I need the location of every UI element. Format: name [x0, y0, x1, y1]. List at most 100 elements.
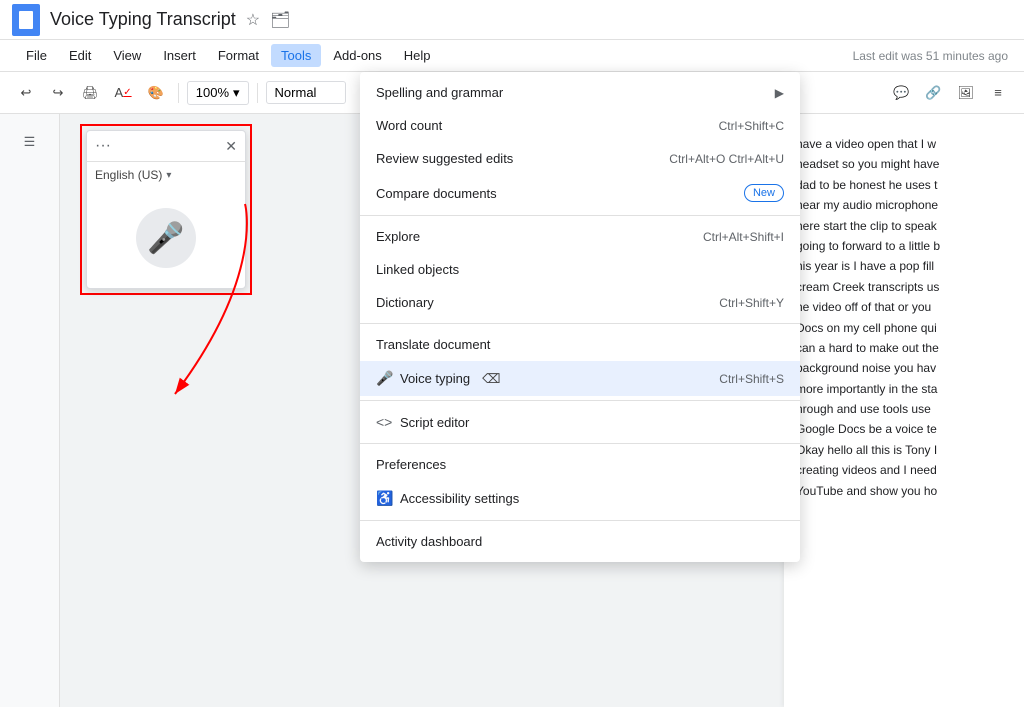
explore-label: Explore: [376, 229, 420, 244]
menu-tools[interactable]: Tools: [271, 44, 321, 67]
linked-objects-left: Linked objects: [376, 262, 459, 277]
document-title: Voice Typing Transcript: [50, 9, 236, 30]
word-count-left: Word count: [376, 118, 442, 133]
dictionary-shortcut: Ctrl+Shift+Y: [719, 296, 784, 310]
menu-compare-docs[interactable]: Compare documents New: [360, 175, 800, 211]
mic-area: 🎤: [87, 188, 245, 288]
compare-docs-left: Compare documents: [376, 186, 497, 201]
menu-review-edits[interactable]: Review suggested edits Ctrl+Alt+O Ctrl+A…: [360, 142, 800, 175]
preferences-label: Preferences: [376, 457, 446, 472]
menu-translate[interactable]: Translate document: [360, 328, 800, 361]
language-selector[interactable]: English (US) ▾: [87, 162, 245, 188]
activity-dashboard-left: Activity dashboard: [376, 534, 482, 549]
comments-button[interactable]: 💬: [887, 79, 915, 107]
star-icon[interactable]: ☆: [246, 10, 260, 30]
menu-file[interactable]: File: [16, 44, 57, 67]
review-edits-label: Review suggested edits: [376, 151, 513, 166]
script-editor-icon: <>: [376, 414, 392, 430]
menu-separator-3: [360, 400, 800, 401]
voice-typing-left: 🎤 Voice typing ⌫: [376, 370, 501, 387]
preferences-left: Preferences: [376, 457, 446, 472]
menu-voice-typing[interactable]: 🎤 Voice typing ⌫ Ctrl+Shift+S: [360, 361, 800, 396]
tools-dropdown-menu: Spelling and grammar ▶ Word count Ctrl+S…: [360, 72, 800, 562]
voice-typing-mic-icon: 🎤: [376, 370, 392, 387]
toolbar-right-section: 💬 🔗 🖼 ≡: [887, 79, 1012, 107]
language-dropdown-icon: ▾: [166, 170, 171, 181]
accessibility-left: ♿ Accessibility settings: [376, 490, 519, 507]
voice-typing-panel: ··· ✕ English (US) ▾ 🎤: [86, 130, 246, 289]
menu-separator-4: [360, 443, 800, 444]
menu-separator-2: [360, 323, 800, 324]
voice-panel-header: ··· ✕: [87, 131, 245, 162]
outline-button[interactable]: ☰: [12, 124, 48, 160]
spellcheck-button[interactable]: A✓: [109, 79, 138, 107]
menu-preferences[interactable]: Preferences: [360, 448, 800, 481]
voice-typing-label: Voice typing: [400, 371, 470, 386]
left-panel: ☰: [0, 114, 60, 707]
review-edits-left: Review suggested edits: [376, 151, 513, 166]
paint-format-button[interactable]: 🎨: [142, 79, 170, 107]
voice-panel-highlight-border: ··· ✕ English (US) ▾ 🎤: [80, 124, 252, 295]
menu-addons[interactable]: Add-ons: [323, 44, 391, 67]
script-editor-label: Script editor: [400, 415, 469, 430]
align-button[interactable]: ≡: [984, 79, 1012, 107]
print-button[interactable]: 🖨: [76, 79, 105, 107]
style-value: Normal: [275, 85, 317, 100]
menu-bar: File Edit View Insert Format Tools Add-o…: [0, 40, 1024, 72]
translate-left: Translate document: [376, 337, 490, 352]
menu-script-editor[interactable]: <> Script editor: [360, 405, 800, 439]
microphone-icon: 🎤: [147, 221, 184, 256]
menu-activity-dashboard[interactable]: Activity dashboard: [360, 525, 800, 558]
voice-panel-close-button[interactable]: ✕: [225, 138, 237, 155]
title-bar: Voice Typing Transcript ☆ 🗂: [0, 0, 1024, 40]
new-badge: New: [744, 184, 784, 202]
menu-format[interactable]: Format: [208, 44, 269, 67]
menu-word-count[interactable]: Word count Ctrl+Shift+C: [360, 109, 800, 142]
spelling-arrow-icon: ▶: [775, 86, 784, 100]
undo-button[interactable]: ↩: [12, 79, 40, 107]
menu-linked-objects[interactable]: Linked objects: [360, 253, 800, 286]
word-count-shortcut: Ctrl+Shift+C: [719, 119, 784, 133]
script-editor-left: <> Script editor: [376, 414, 469, 430]
explore-left: Explore: [376, 229, 420, 244]
doc-icon: [12, 4, 40, 36]
redo-button[interactable]: ↪: [44, 79, 72, 107]
dictionary-label: Dictionary: [376, 295, 434, 310]
doc-content: have a video open that I w headset so yo…: [796, 134, 1012, 501]
cursor-icon: ⌫: [482, 371, 500, 387]
word-count-label: Word count: [376, 118, 442, 133]
menu-explore[interactable]: Explore Ctrl+Alt+Shift+I: [360, 220, 800, 253]
accessibility-icon: ♿: [376, 490, 392, 507]
language-label: English (US): [95, 168, 162, 182]
toolbar-separator-1: [178, 83, 179, 103]
microphone-button[interactable]: 🎤: [136, 208, 196, 268]
toolbar-separator-2: [257, 83, 258, 103]
last-edit-status: Last edit was 51 minutes ago: [853, 49, 1008, 63]
dictionary-left: Dictionary: [376, 295, 434, 310]
menu-insert[interactable]: Insert: [153, 44, 206, 67]
menu-dictionary[interactable]: Dictionary Ctrl+Shift+Y: [360, 286, 800, 319]
menu-edit[interactable]: Edit: [59, 44, 101, 67]
menu-accessibility[interactable]: ♿ Accessibility settings: [360, 481, 800, 516]
spelling-grammar-left: Spelling and grammar: [376, 85, 503, 100]
spelling-grammar-label: Spelling and grammar: [376, 85, 503, 100]
image-button[interactable]: 🖼: [951, 79, 980, 107]
menu-separator-1: [360, 215, 800, 216]
review-edits-shortcut: Ctrl+Alt+O Ctrl+Alt+U: [669, 152, 784, 166]
voice-panel-wrapper: ··· ✕ English (US) ▾ 🎤: [80, 124, 252, 295]
translate-label: Translate document: [376, 337, 490, 352]
menu-spelling-grammar[interactable]: Spelling and grammar ▶: [360, 76, 800, 109]
menu-help[interactable]: Help: [394, 44, 441, 67]
zoom-value: 100%: [196, 85, 229, 100]
compare-docs-label: Compare documents: [376, 186, 497, 201]
folder-icon[interactable]: 🗂: [270, 10, 290, 30]
zoom-selector[interactable]: 100% ▾: [187, 81, 249, 105]
menu-separator-5: [360, 520, 800, 521]
style-selector[interactable]: Normal: [266, 81, 346, 104]
link-button[interactable]: 🔗: [919, 79, 947, 107]
zoom-dropdown-icon: ▾: [233, 85, 240, 101]
voice-typing-shortcut: Ctrl+Shift+S: [719, 372, 784, 386]
voice-panel-menu-icon[interactable]: ···: [95, 137, 111, 155]
explore-shortcut: Ctrl+Alt+Shift+I: [703, 230, 784, 244]
menu-view[interactable]: View: [103, 44, 151, 67]
